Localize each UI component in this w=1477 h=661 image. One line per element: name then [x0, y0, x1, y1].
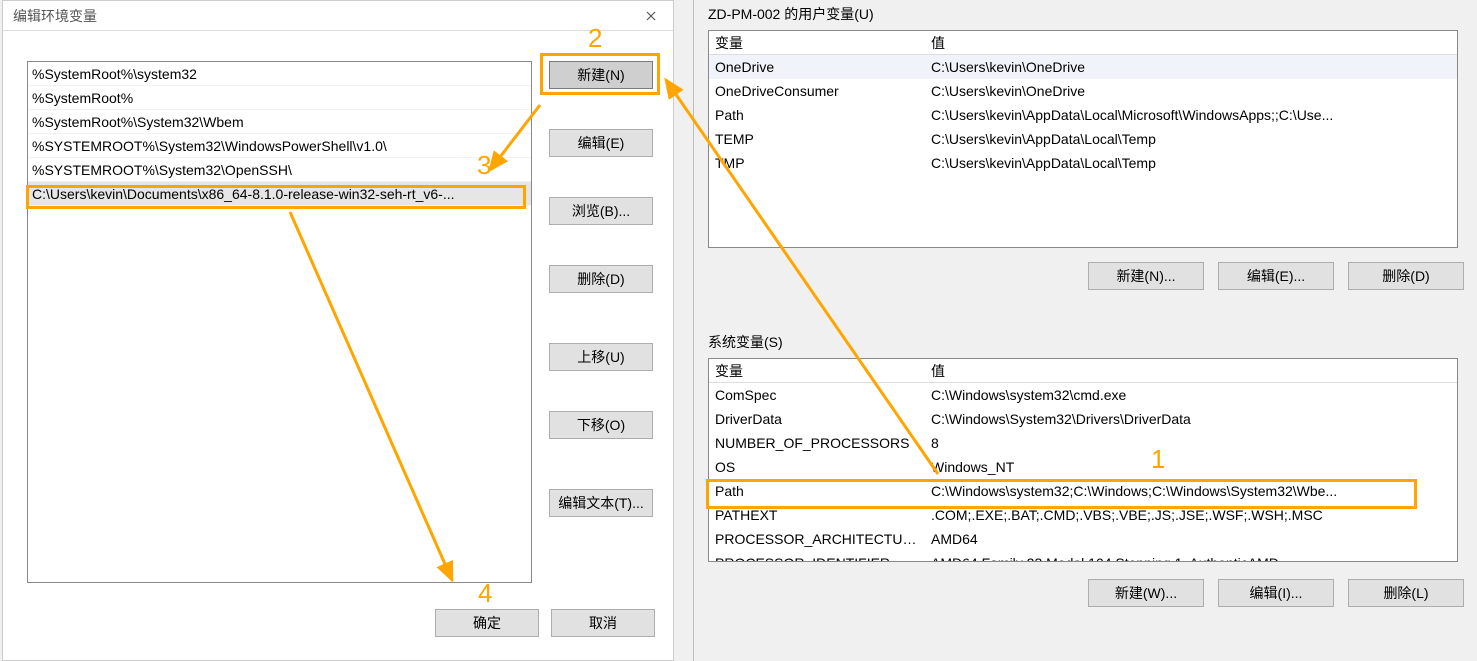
- user-vars-table[interactable]: 变量 值 OneDriveC:\Users\kevin\OneDriveOneD…: [708, 30, 1458, 248]
- table-row[interactable]: TMPC:\Users\kevin\AppData\Local\Temp: [709, 151, 1457, 175]
- sys-delete-button[interactable]: 删除(L): [1348, 579, 1464, 607]
- cell-name: OneDriveConsumer: [709, 79, 925, 103]
- cell-name: PATHEXT: [709, 503, 925, 527]
- header-value: 值: [925, 359, 1457, 382]
- cell-name: OS: [709, 455, 925, 479]
- table-row[interactable]: TEMPC:\Users\kevin\AppData\Local\Temp: [709, 127, 1457, 151]
- cell-value: 8: [925, 431, 1457, 455]
- user-edit-button[interactable]: 编辑(E)...: [1218, 262, 1334, 290]
- cell-name: NUMBER_OF_PROCESSORS: [709, 431, 925, 455]
- cell-value: C:\Users\kevin\AppData\Local\Temp: [925, 151, 1457, 175]
- cell-value: C:\Windows\system32\cmd.exe: [925, 383, 1457, 407]
- edit-env-var-dialog: 编辑环境变量 %SystemRoot%\system32%SystemRoot%…: [2, 0, 674, 661]
- close-icon: [646, 11, 656, 21]
- user-table-buttons: 新建(N)... 编辑(E)... 删除(D): [1088, 262, 1464, 290]
- cell-value: AMD64 Family 23 Model 104 Stepping 1, Au…: [925, 551, 1457, 561]
- cell-name: ComSpec: [709, 383, 925, 407]
- header-name: 变量: [709, 31, 925, 54]
- edit-button[interactable]: 编辑(E): [549, 129, 653, 157]
- cell-name: PROCESSOR_ARCHITECTURE: [709, 527, 925, 551]
- table-header: 变量 值: [709, 359, 1457, 383]
- table-header: 变量 值: [709, 31, 1457, 55]
- path-row[interactable]: %SystemRoot%: [28, 86, 531, 110]
- sys-vars-table[interactable]: 变量 值 ComSpecC:\Windows\system32\cmd.exeD…: [708, 358, 1458, 562]
- header-name: 变量: [709, 359, 925, 382]
- movedown-button[interactable]: 下移(O): [549, 411, 653, 439]
- sys-new-button[interactable]: 新建(W)...: [1088, 579, 1204, 607]
- cell-name: TEMP: [709, 127, 925, 151]
- cell-name: TMP: [709, 151, 925, 175]
- dialog-title: 编辑环境变量: [13, 6, 628, 26]
- cell-value: C:\Users\kevin\AppData\Local\Microsoft\W…: [925, 103, 1457, 127]
- edittext-button[interactable]: 编辑文本(T)...: [549, 489, 653, 517]
- table-row[interactable]: OneDriveC:\Users\kevin\OneDrive: [709, 55, 1457, 79]
- cell-name: DriverData: [709, 407, 925, 431]
- cell-value: C:\Users\kevin\OneDrive: [925, 55, 1457, 79]
- path-row[interactable]: %SystemRoot%\System32\Wbem: [28, 110, 531, 134]
- table-row[interactable]: DriverDataC:\Windows\System32\Drivers\Dr…: [709, 407, 1457, 431]
- cell-name: PROCESSOR_IDENTIFIER: [709, 551, 925, 561]
- table-row[interactable]: ComSpecC:\Windows\system32\cmd.exe: [709, 383, 1457, 407]
- new-button[interactable]: 新建(N): [549, 61, 653, 89]
- sys-vars-label: 系统变量(S): [708, 332, 783, 352]
- sys-edit-button[interactable]: 编辑(I)...: [1218, 579, 1334, 607]
- table-row[interactable]: PROCESSOR_IDENTIFIERAMD64 Family 23 Mode…: [709, 551, 1457, 561]
- user-vars-label: ZD-PM-002 的用户变量(U): [708, 4, 874, 24]
- cell-name: Path: [709, 479, 925, 503]
- cell-value: Windows_NT: [925, 455, 1457, 479]
- dialog-bottom-buttons: 确定 取消: [435, 609, 655, 637]
- cancel-button[interactable]: 取消: [551, 609, 655, 637]
- header-value: 值: [925, 31, 1457, 54]
- close-button[interactable]: [628, 1, 673, 31]
- cell-name: Path: [709, 103, 925, 127]
- table-row[interactable]: OSWindows_NT: [709, 455, 1457, 479]
- path-buttons-column: 新建(N) 编辑(E) 浏览(B)... 删除(D) 上移(U) 下移(O) 编…: [549, 61, 653, 517]
- path-row[interactable]: %SystemRoot%\system32: [28, 62, 531, 86]
- table-row[interactable]: PROCESSOR_ARCHITECTUREAMD64: [709, 527, 1457, 551]
- path-list[interactable]: %SystemRoot%\system32%SystemRoot%%System…: [27, 61, 532, 583]
- table-row[interactable]: PathC:\Users\kevin\AppData\Local\Microso…: [709, 103, 1457, 127]
- cell-value: AMD64: [925, 527, 1457, 551]
- ok-button[interactable]: 确定: [435, 609, 539, 637]
- cell-name: OneDrive: [709, 55, 925, 79]
- user-vars-rows[interactable]: OneDriveC:\Users\kevin\OneDriveOneDriveC…: [709, 55, 1457, 247]
- table-row[interactable]: OneDriveConsumerC:\Users\kevin\OneDrive: [709, 79, 1457, 103]
- env-vars-dialog: ZD-PM-002 的用户变量(U) 变量 值 OneDriveC:\Users…: [693, 0, 1469, 661]
- user-delete-button[interactable]: 删除(D): [1348, 262, 1464, 290]
- titlebar: 编辑环境变量: [3, 1, 673, 31]
- user-new-button[interactable]: 新建(N)...: [1088, 262, 1204, 290]
- path-row[interactable]: %SYSTEMROOT%\System32\WindowsPowerShell\…: [28, 134, 531, 158]
- table-row[interactable]: PathC:\Windows\system32;C:\Windows;C:\Wi…: [709, 479, 1457, 503]
- delete-button[interactable]: 删除(D): [549, 265, 653, 293]
- sys-vars-rows[interactable]: ComSpecC:\Windows\system32\cmd.exeDriver…: [709, 383, 1457, 561]
- path-row[interactable]: %SYSTEMROOT%\System32\OpenSSH\: [28, 158, 531, 182]
- moveup-button[interactable]: 上移(U): [549, 343, 653, 371]
- sys-table-buttons: 新建(W)... 编辑(I)... 删除(L): [1088, 579, 1464, 607]
- cell-value: C:\Windows\system32;C:\Windows;C:\Window…: [925, 479, 1457, 503]
- cell-value: C:\Windows\System32\Drivers\DriverData: [925, 407, 1457, 431]
- cell-value: C:\Users\kevin\AppData\Local\Temp: [925, 127, 1457, 151]
- table-row[interactable]: PATHEXT.COM;.EXE;.BAT;.CMD;.VBS;.VBE;.JS…: [709, 503, 1457, 527]
- cell-value: C:\Users\kevin\OneDrive: [925, 79, 1457, 103]
- table-row[interactable]: NUMBER_OF_PROCESSORS8: [709, 431, 1457, 455]
- cell-value: .COM;.EXE;.BAT;.CMD;.VBS;.VBE;.JS;.JSE;.…: [925, 503, 1457, 527]
- path-row[interactable]: C:\Users\kevin\Documents\x86_64-8.1.0-re…: [28, 182, 531, 206]
- browse-button[interactable]: 浏览(B)...: [549, 197, 653, 225]
